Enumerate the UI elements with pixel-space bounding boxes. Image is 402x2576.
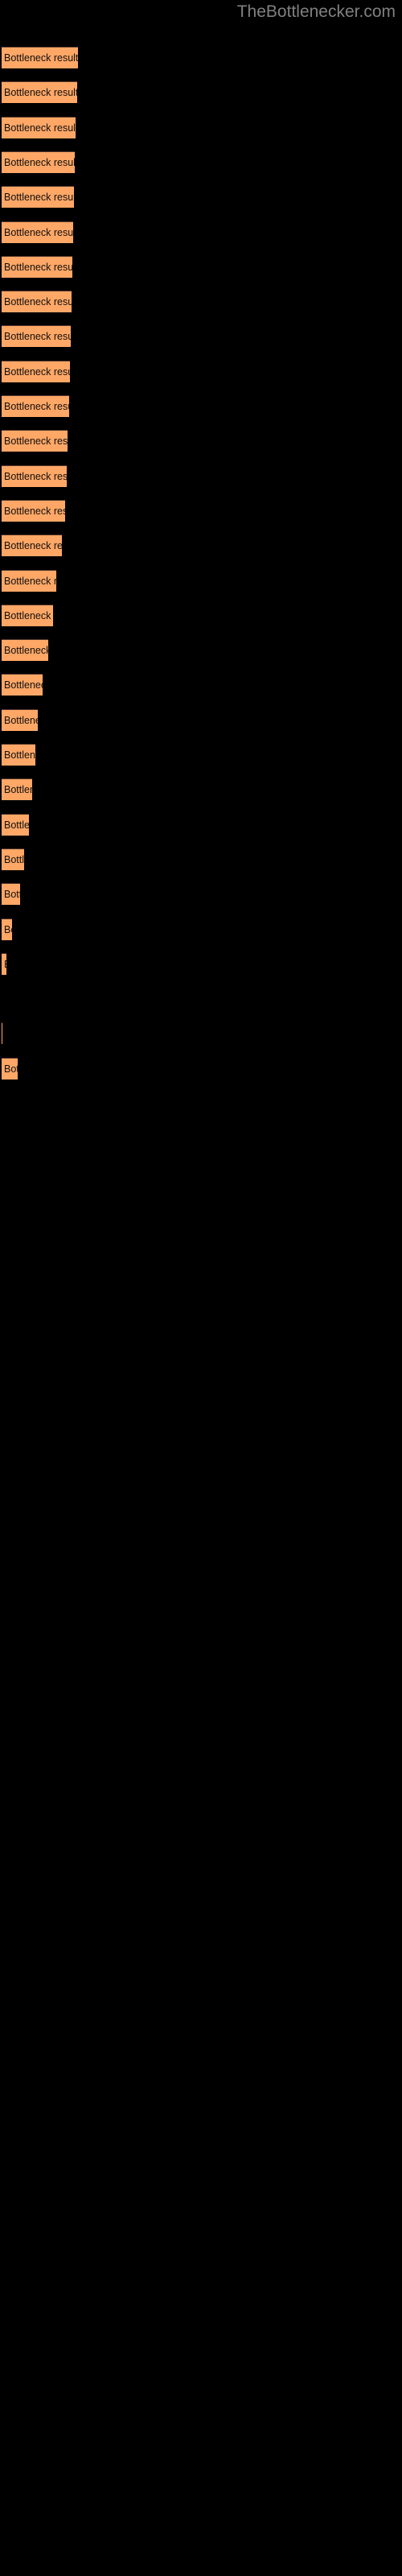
bar-label: Bottleneck result [4,853,24,865]
bar-label: Bottleneck result [4,609,53,621]
bar-row: Bottleneck result [0,604,402,626]
bar: Bottleneck result [2,883,20,906]
bar-label: Bottleneck result [4,365,70,378]
bar: Bottleneck result [2,1057,18,1080]
bar-row: Bottleneck result [0,186,402,208]
bar-row: Bottleneck result [0,639,402,662]
bar-row: Bottleneck result [0,464,402,487]
bar-row: Bottleneck result [0,325,402,348]
bar-label: Bottleneck result [4,819,29,831]
bar-label: Bottleneck result [4,889,20,901]
bar: Bottleneck result [2,430,68,452]
bar-row: Bottleneck result [0,291,402,313]
bar-row: Bottleneck result [0,988,402,1009]
bar: Bottleneck result [2,569,56,592]
bar-label: Bottleneck result [4,87,77,99]
bar-row: Bottleneck result [0,47,402,68]
bar-row: Bottleneck result [0,151,402,173]
bar: Bottleneck result [2,674,43,696]
bar: Bottleneck result [2,778,32,801]
bar: Bottleneck result [2,360,70,382]
bar: Bottleneck result [2,151,75,173]
bar: Bottleneck result [2,708,38,731]
bar-row: Bottleneck result [0,430,402,452]
bar-row: Bottleneck result [0,778,402,801]
bar-row: Bottleneck result [0,535,402,557]
bar-row: Bottleneck result [0,1057,402,1080]
bar: Bottleneck result [2,47,78,68]
bar-row: Bottleneck result [0,395,402,417]
bar-row: Bottleneck result [0,499,402,522]
bar: Bottleneck result [2,186,74,208]
bar: Bottleneck result [2,639,48,662]
bar-label: Bottleneck result [4,261,72,273]
bar-label: Bottleneck result [4,156,75,168]
bar-row: Bottleneck result [0,255,402,278]
bar: Bottleneck result [2,395,69,417]
bar-label: Bottleneck result [4,575,56,587]
bar-row: Bottleneck result [0,952,402,975]
bar: Bottleneck result [2,952,6,975]
bar-row: Bottleneck result [0,813,402,836]
bar-label: Bottleneck result [4,122,76,134]
chart-plot-area: Bottleneck result Bottleneck result Bottle… [0,0,402,2576]
bar-row: Bottleneck result [0,360,402,382]
bar-label: Bottleneck result [4,679,43,691]
bar: Bottleneck result [2,221,73,243]
bar-label: Bottleneck result [4,954,6,975]
bar: Bottleneck result [2,813,29,836]
bar-label: Bottleneck result [4,226,73,238]
bar-label: Bottleneck result [4,540,62,552]
bar: Bottleneck result [2,81,77,104]
bar-label: Bottleneck result [4,505,65,517]
bar-row: Bottleneck result [0,674,402,696]
bar-row: Bottleneck result [0,81,402,104]
bar-label: Bottleneck result [4,401,69,412]
bar-row: Bottleneck result [0,918,402,940]
bar-row: Bottleneck result [0,744,402,766]
bar-label: Bottleneck result [4,296,72,308]
bar-row: Bottleneck result [0,116,402,138]
bar: Bottleneck result [2,291,72,313]
bar-row: Bottleneck result [0,569,402,592]
bar: Bottleneck result [2,744,35,766]
bar-label: Bottleneck result [4,749,35,761]
bar: Bottleneck result [2,848,24,870]
bar: Bottleneck result [2,604,53,626]
bar-label: Bottleneck result [4,470,67,482]
bar: Bottleneck result [2,535,62,557]
bar-label: Bottleneck result [4,52,78,64]
bar: Bottleneck result [2,325,71,348]
bar-label: Bottleneck result [4,714,38,726]
bar: Bottleneck result [2,255,72,278]
bar-row: Bottleneck result [0,848,402,870]
bar-label: Bottleneck result [4,192,74,204]
bar-label: Bottleneck result [4,436,68,448]
bar: Bottleneck result [2,499,65,522]
bar-row: Bottleneck result [0,221,402,243]
bar-label: Bottleneck result [4,645,48,657]
bar: Bottleneck result [2,464,67,487]
bar-label: Bottleneck result [4,1063,18,1075]
bar-label: Bottleneck result [4,331,71,343]
bar-label: Bottleneck result [4,923,12,935]
bar-row: Bottleneck result [0,883,402,906]
bar-row: Bottleneck result [0,1022,402,1045]
bar-row: Bottleneck result [0,708,402,731]
bottleneck-chart: TheBottlenecker.com Bottleneck result Bot… [0,0,402,2576]
bar-label: Bottleneck result [4,784,32,796]
bar: Bottleneck result [2,918,12,940]
bar: Bottleneck result [2,116,76,138]
